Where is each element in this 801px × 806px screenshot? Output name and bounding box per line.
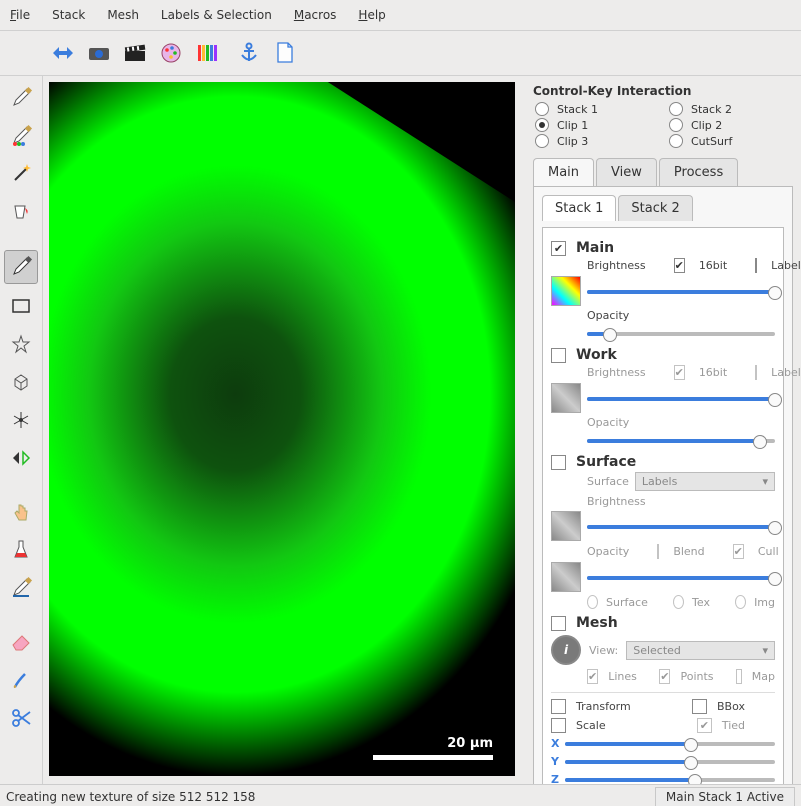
chk-map [736,669,742,684]
eyedropper-icon[interactable] [5,82,37,114]
combo-mesh-view[interactable]: Selected▾ [626,641,775,660]
chk-blend [657,544,659,559]
radio-clip1[interactable]: Clip 1 [535,118,659,132]
main-toolbar [0,31,801,76]
slider-surf-brightness[interactable] [587,518,775,534]
status-right: Main Stack 1 Active [655,787,795,806]
chk-tied [697,718,712,733]
flask-icon[interactable] [5,534,37,566]
slider-z[interactable] [565,771,775,784]
colormap-surf2 [551,562,581,592]
radio-clip3[interactable]: Clip 3 [535,134,659,148]
eyedropper-rgb-icon[interactable] [5,120,37,152]
vertex-star-icon[interactable] [5,404,37,436]
slider-surf-opacity[interactable] [587,569,775,585]
status-bar: Creating new texture of size 512 512 158… [0,784,801,806]
chk-cull [733,544,744,559]
slider-main-opacity[interactable] [587,325,775,341]
menu-labels[interactable]: Labels & Selection [161,8,272,22]
cki-title: Control-Key Interaction [533,84,793,98]
menu-stack[interactable]: Stack [52,8,85,22]
radio-stack2[interactable]: Stack 2 [669,102,793,116]
render-view[interactable]: 20 µm [49,82,515,776]
slider-work-opacity[interactable] [587,432,775,448]
menu-bar: File Stack Mesh Labels & Selection Macro… [0,0,801,31]
slider-x[interactable] [565,735,775,751]
brush-icon[interactable] [5,664,37,696]
menu-file[interactable]: File [10,8,30,22]
menu-mesh[interactable]: Mesh [107,8,139,22]
chk-transform[interactable] [551,699,566,714]
document-icon[interactable] [272,40,298,66]
slider-work-brightness[interactable] [587,390,775,406]
scale-bar: 20 µm [373,736,493,760]
colormap-work [551,383,581,413]
radio-stack1[interactable]: Stack 1 [535,102,659,116]
tab-view[interactable]: View [596,158,657,186]
chk-labels-work [755,365,757,380]
tab-main[interactable]: Main [533,158,594,186]
chk-main[interactable] [551,241,566,256]
rainbow-bars-icon[interactable] [194,40,220,66]
wand-icon[interactable] [5,158,37,190]
scale-label: 20 µm [447,736,493,751]
colormap-main[interactable] [551,276,581,306]
scissors-icon[interactable] [5,702,37,734]
subtab-stack2[interactable]: Stack 2 [618,195,692,221]
radio-clip2[interactable]: Clip 2 [669,118,793,132]
radio-cutsurf[interactable]: CutSurf [669,134,793,148]
camera-icon[interactable] [86,40,112,66]
palette-icon[interactable] [158,40,184,66]
chk-scale[interactable] [551,718,566,733]
chk-work[interactable] [551,348,566,363]
slider-main-brightness[interactable] [587,283,775,299]
content-area: 20 µm Control-Key Interaction Stack 1 St… [0,76,801,784]
colormap-surf1 [551,511,581,541]
eyedropper-tool-icon[interactable] [4,250,38,284]
clapper-icon[interactable] [122,40,148,66]
chk-16bit-work [674,365,685,380]
chk-mesh[interactable] [551,616,566,631]
menu-help[interactable]: Help [358,8,385,22]
status-left: Creating new texture of size 512 512 158 [6,790,255,804]
chk-points [659,669,670,684]
star-burst-icon[interactable] [5,328,37,360]
viewport[interactable]: 20 µm [43,76,525,784]
chk-labels-main[interactable] [755,258,757,273]
anchor-icon[interactable] [236,40,262,66]
chk-surface[interactable] [551,455,566,470]
chk-16bit-main[interactable] [674,258,685,273]
combo-surface[interactable]: Labels▾ [635,472,775,491]
vertical-toolbar [0,76,43,784]
bucket-icon[interactable] [5,196,37,228]
subtab-stack1[interactable]: Stack 1 [542,195,616,221]
info-icon[interactable]: i [551,635,581,665]
hand-pointer-icon[interactable] [5,496,37,528]
rectangle-icon[interactable] [5,290,37,322]
chk-bbox[interactable] [692,699,707,714]
tab-process[interactable]: Process [659,158,738,186]
slider-y[interactable] [565,753,775,769]
arrow-left-right-icon[interactable] [50,40,76,66]
menu-macros[interactable]: Macros [294,8,337,22]
chk-lines [587,669,598,684]
wireframe-cube-icon[interactable] [5,366,37,398]
side-panel: Control-Key Interaction Stack 1 Stack 2 … [525,76,801,784]
eraser-icon[interactable] [5,626,37,658]
panel-tabs: Main View Process [533,158,793,187]
eyedropper-crossed-icon[interactable] [5,572,37,604]
mirror-icon[interactable] [5,442,37,474]
